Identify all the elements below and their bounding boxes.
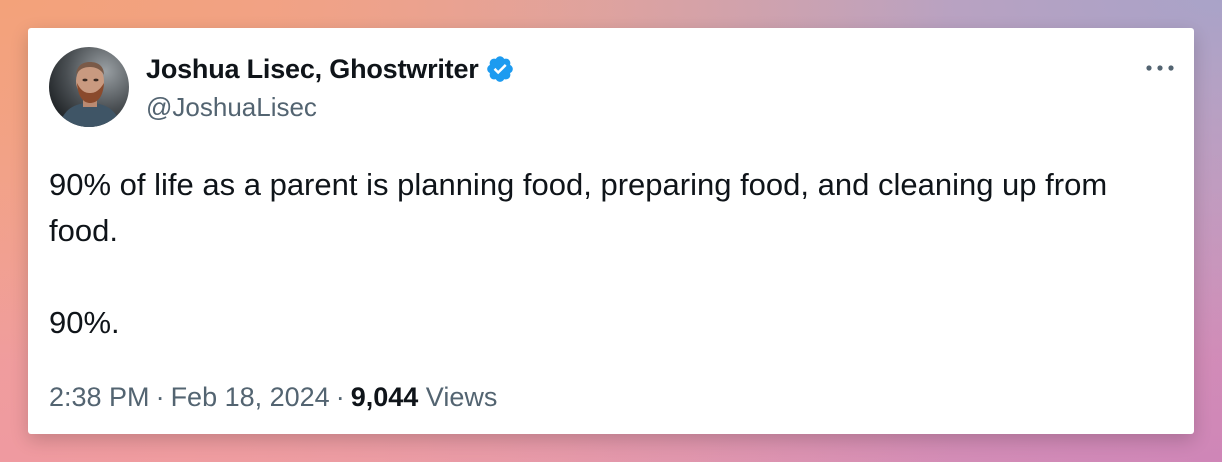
meta-separator: · (155, 382, 165, 412)
tweet-time[interactable]: 2:38 PM (49, 382, 150, 412)
more-horizontal-icon (1146, 65, 1174, 71)
tweet-paragraph: 90%. (49, 305, 120, 340)
views-label: Views (425, 382, 498, 412)
author-handle[interactable]: @JoshuaLisec (146, 92, 317, 123)
more-options-button[interactable] (1142, 56, 1178, 80)
author-name-row[interactable]: Joshua Lisec, Ghostwriter (146, 52, 515, 86)
verified-badge-icon (486, 56, 513, 82)
tweet-card: Joshua Lisec, Ghostwriter @JoshuaLisec 9… (28, 28, 1194, 434)
tweet-paragraph: 90% of life as a parent is planning food… (49, 167, 1108, 248)
tweet-text: 90% of life as a parent is planning food… (49, 162, 1174, 346)
avatar[interactable] (49, 47, 129, 127)
views-count: 9,044 (350, 382, 419, 412)
tweet-meta: 2:38 PM · Feb 18, 2024 · 9,044 Views (49, 382, 497, 413)
author-display-name[interactable]: Joshua Lisec, Ghostwriter (146, 54, 479, 85)
meta-separator: · (335, 382, 345, 412)
tweet-date[interactable]: Feb 18, 2024 (171, 382, 330, 412)
avatar-image (49, 47, 129, 127)
